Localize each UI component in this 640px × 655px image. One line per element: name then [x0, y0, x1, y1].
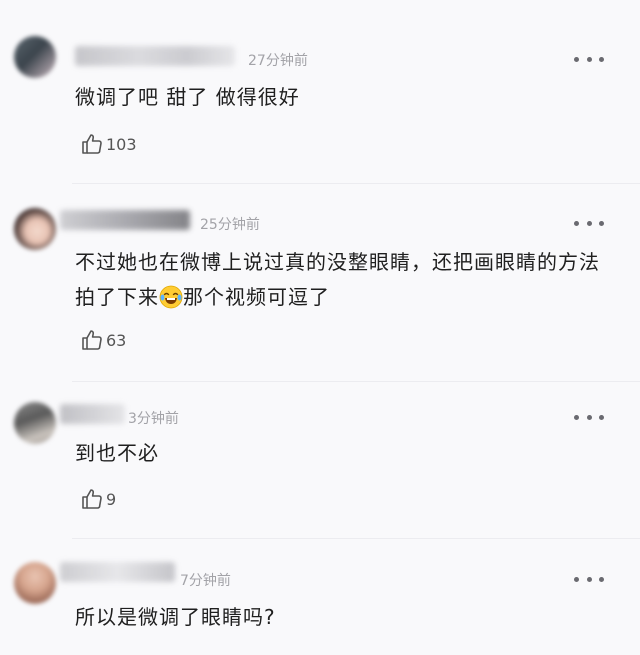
comment-time: 7分钟前	[180, 573, 231, 589]
laughing-crying-emoji-icon	[159, 285, 183, 309]
thumbs-up-icon	[82, 489, 102, 509]
dot-icon	[586, 414, 592, 420]
dot-icon	[586, 220, 592, 226]
dot-icon	[586, 56, 592, 62]
divider	[72, 183, 640, 184]
more-options-button[interactable]	[574, 52, 604, 66]
comment-time: 27分钟前	[248, 53, 308, 69]
comment-text-part: 不过她也在微博上说过真的没整眼睛，还把画眼睛的方法拍了下来	[75, 250, 600, 309]
dot-icon	[574, 414, 579, 420]
like-count: 9	[106, 489, 117, 509]
more-options-button[interactable]	[574, 572, 604, 586]
dot-icon	[574, 220, 579, 226]
comment-time: 25分钟前	[200, 217, 260, 233]
avatar[interactable]	[14, 36, 56, 78]
comment-text: 不过她也在微博上说过真的没整眼睛，还把画眼睛的方法拍了下来 那个视频可逗了	[75, 245, 620, 315]
divider	[72, 538, 640, 539]
comment-text: 微调了吧 甜了 做得很好	[75, 85, 300, 109]
avatar[interactable]	[14, 562, 56, 604]
more-options-button[interactable]	[574, 216, 604, 230]
comment-text-part: 那个视频可逗了	[183, 285, 330, 309]
like-button[interactable]: 9	[80, 487, 116, 511]
thumbs-up-icon	[82, 134, 102, 154]
dot-icon	[574, 56, 579, 62]
username-blurred[interactable]	[75, 46, 235, 66]
avatar[interactable]	[14, 402, 56, 444]
thumbs-up-icon	[82, 330, 102, 350]
divider	[72, 381, 640, 382]
avatar[interactable]	[14, 208, 56, 250]
dot-icon	[599, 220, 604, 226]
like-count: 63	[106, 330, 127, 350]
like-button[interactable]: 63	[80, 328, 126, 352]
username-blurred[interactable]	[60, 210, 190, 230]
dot-icon	[574, 576, 579, 582]
dot-icon	[599, 56, 604, 62]
comment-text: 到也不必	[75, 441, 159, 465]
like-count: 103	[106, 134, 137, 154]
like-button[interactable]: 103	[80, 132, 137, 156]
username-blurred[interactable]	[60, 404, 125, 424]
dot-icon	[586, 576, 592, 582]
comment-time: 3分钟前	[128, 411, 179, 427]
comment-text: 所以是微调了眼睛吗?	[75, 605, 276, 629]
username-blurred[interactable]	[60, 562, 175, 582]
more-options-button[interactable]	[574, 410, 604, 424]
dot-icon	[599, 414, 604, 420]
dot-icon	[599, 576, 604, 582]
